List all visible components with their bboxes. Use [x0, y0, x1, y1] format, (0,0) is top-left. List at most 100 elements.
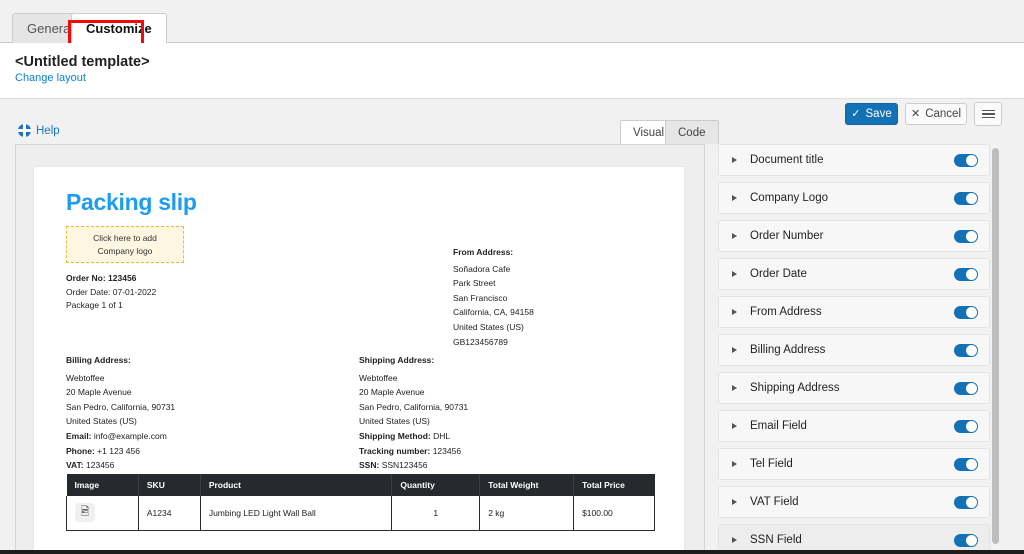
from-address-block: From Address: Soñadora Cafe Park Street …: [453, 245, 534, 349]
hamburger-menu-button[interactable]: [974, 102, 1002, 126]
shipping-method-label: Shipping Method:: [359, 431, 431, 442]
shipping-method-line: Shipping Method: DHL: [359, 429, 652, 444]
company-logo-placeholder[interactable]: Click here to add Company logo: [66, 226, 184, 263]
template-header-bar: <Untitled template> Change layout ✓ Save…: [0, 43, 1024, 126]
column-header-total-weight: Total Weight: [479, 474, 575, 496]
from-address-line: United States (US): [453, 322, 524, 333]
shipping-address-line: 20 Maple Avenue: [359, 387, 425, 398]
change-layout-link[interactable]: Change layout: [15, 72, 86, 84]
phone-value: +1 123 456: [97, 445, 140, 456]
toggle-from-address[interactable]: [954, 306, 978, 319]
billing-address-line: Webtoffee: [66, 372, 105, 383]
from-address-heading: From Address:: [453, 247, 514, 257]
column-header-product: Product: [200, 474, 393, 496]
tab-code[interactable]: Code: [665, 120, 719, 144]
sidebar-item-email-field[interactable]: Email Field: [718, 410, 990, 442]
table-row: 🖻 A1234 Jumbing LED Light Wall Ball 1 2 …: [66, 496, 655, 531]
toggle-email-field[interactable]: [954, 420, 978, 433]
shipping-address-line: San Pedro, California, 90731: [359, 401, 469, 412]
chevron-right-icon[interactable]: [732, 347, 737, 353]
order-date-line: Order Date: 07-01-2022: [66, 286, 157, 297]
billing-address-heading: Billing Address:: [66, 355, 131, 365]
chevron-right-icon[interactable]: [732, 271, 737, 277]
sidebar-item-label: Order Date: [750, 268, 807, 280]
toggle-billing-address[interactable]: [954, 344, 978, 357]
help-link[interactable]: Help: [18, 124, 60, 137]
toggle-order-number[interactable]: [954, 230, 978, 243]
billing-address-line: San Pedro, California, 90731: [66, 401, 176, 412]
toggle-ssn-field[interactable]: [954, 534, 978, 547]
line-items-table: Image SKU Product Quantity Total Weight …: [66, 474, 655, 531]
sidebar-item-order-date[interactable]: Order Date: [718, 258, 990, 290]
cell-quantity: 1: [391, 496, 481, 531]
cancel-button-label: Cancel: [925, 108, 962, 120]
chevron-right-icon[interactable]: [732, 195, 737, 201]
sidebar-item-order-number[interactable]: Order Number: [718, 220, 990, 252]
sidebar-item-from-address[interactable]: From Address: [718, 296, 990, 328]
toggle-document-title[interactable]: [954, 154, 978, 167]
chevron-right-icon[interactable]: [732, 499, 737, 505]
tab-customize[interactable]: Customize: [71, 13, 167, 44]
column-header-quantity: Quantity: [391, 474, 481, 496]
save-button[interactable]: ✓ Save: [845, 103, 898, 125]
vat-value: 123456: [86, 460, 115, 471]
tracking-number-line: Tracking number: 123456: [359, 444, 652, 459]
column-header-sku: SKU: [138, 474, 201, 496]
sidebar-scrollbar-thumb[interactable]: [992, 148, 999, 544]
ssn-value: SSN123456: [381, 460, 428, 471]
toggle-tel-field[interactable]: [954, 458, 978, 471]
from-address-line: GB123456789: [453, 336, 508, 347]
column-header-total-price: Total Price: [573, 474, 655, 496]
ssn-label: SSN:: [359, 460, 380, 471]
sidebar-item-label: Email Field: [750, 420, 807, 432]
sidebar-item-label: Tel Field: [750, 458, 793, 470]
chevron-right-icon[interactable]: [732, 309, 737, 315]
email-label: Email:: [66, 431, 92, 442]
order-no-label: Order No:: [66, 273, 106, 283]
column-header-image: Image: [66, 474, 139, 496]
order-no-value: 123456: [108, 273, 137, 283]
from-address-line: San Francisco: [453, 292, 508, 303]
from-address-line: Park Street: [453, 278, 496, 289]
customize-fields-sidebar: Document title Company Logo Order Number…: [718, 144, 1008, 554]
cell-sku: A1234: [137, 496, 201, 531]
sidebar-item-document-title[interactable]: Document title: [718, 144, 990, 176]
tracking-value: 123456: [432, 445, 462, 456]
toggle-company-logo[interactable]: [954, 192, 978, 205]
from-address-line: Soñadora Cafe: [453, 263, 511, 274]
cell-product: Jumbing LED Light Wall Ball: [199, 496, 393, 531]
sidebar-item-shipping-address[interactable]: Shipping Address: [718, 372, 990, 404]
page-title: <Untitled template>: [15, 54, 150, 70]
save-button-label: Save: [865, 108, 892, 120]
logo-placeholder-line1: Click here to add: [93, 233, 157, 244]
address-columns: Billing Address: Webtoffee 20 Maple Aven…: [66, 353, 652, 473]
packing-slip-title: Packing slip: [66, 189, 197, 215]
billing-address-block: Billing Address: Webtoffee 20 Maple Aven…: [66, 353, 359, 473]
logo-placeholder-line2: Company logo: [97, 245, 153, 256]
cancel-button[interactable]: ✕ Cancel: [905, 103, 967, 125]
chevron-right-icon[interactable]: [732, 157, 737, 163]
cell-total-weight: 2 kg: [479, 496, 575, 531]
hamburger-menu-icon: [981, 109, 995, 112]
billing-phone-line: Phone: +1 123 456: [66, 444, 359, 459]
cell-image: 🖻: [66, 496, 139, 531]
toggle-order-date[interactable]: [954, 268, 978, 281]
sidebar-item-tel-field[interactable]: Tel Field: [718, 448, 990, 480]
chevron-right-icon[interactable]: [732, 233, 737, 239]
chevron-right-icon[interactable]: [732, 423, 737, 429]
sidebar-item-billing-address[interactable]: Billing Address: [718, 334, 990, 366]
shipping-address-block: Shipping Address: Webtoffee 20 Maple Ave…: [359, 353, 652, 473]
shipping-method-value: DHL: [433, 431, 451, 442]
check-icon: ✓: [851, 107, 861, 120]
document-preview-canvas[interactable]: Packing slip Click here to add Company l…: [15, 144, 705, 554]
email-value: info@example.com: [93, 431, 167, 442]
shipping-address-line: United States (US): [359, 416, 430, 427]
chevron-right-icon[interactable]: [732, 385, 737, 391]
sidebar-item-vat-field[interactable]: VAT Field: [718, 486, 990, 518]
toggle-vat-field[interactable]: [954, 496, 978, 509]
shipping-address-heading: Shipping Address:: [359, 355, 435, 365]
chevron-right-icon[interactable]: [732, 537, 737, 543]
sidebar-item-company-logo[interactable]: Company Logo: [718, 182, 990, 214]
toggle-shipping-address[interactable]: [954, 382, 978, 395]
chevron-right-icon[interactable]: [732, 461, 737, 467]
